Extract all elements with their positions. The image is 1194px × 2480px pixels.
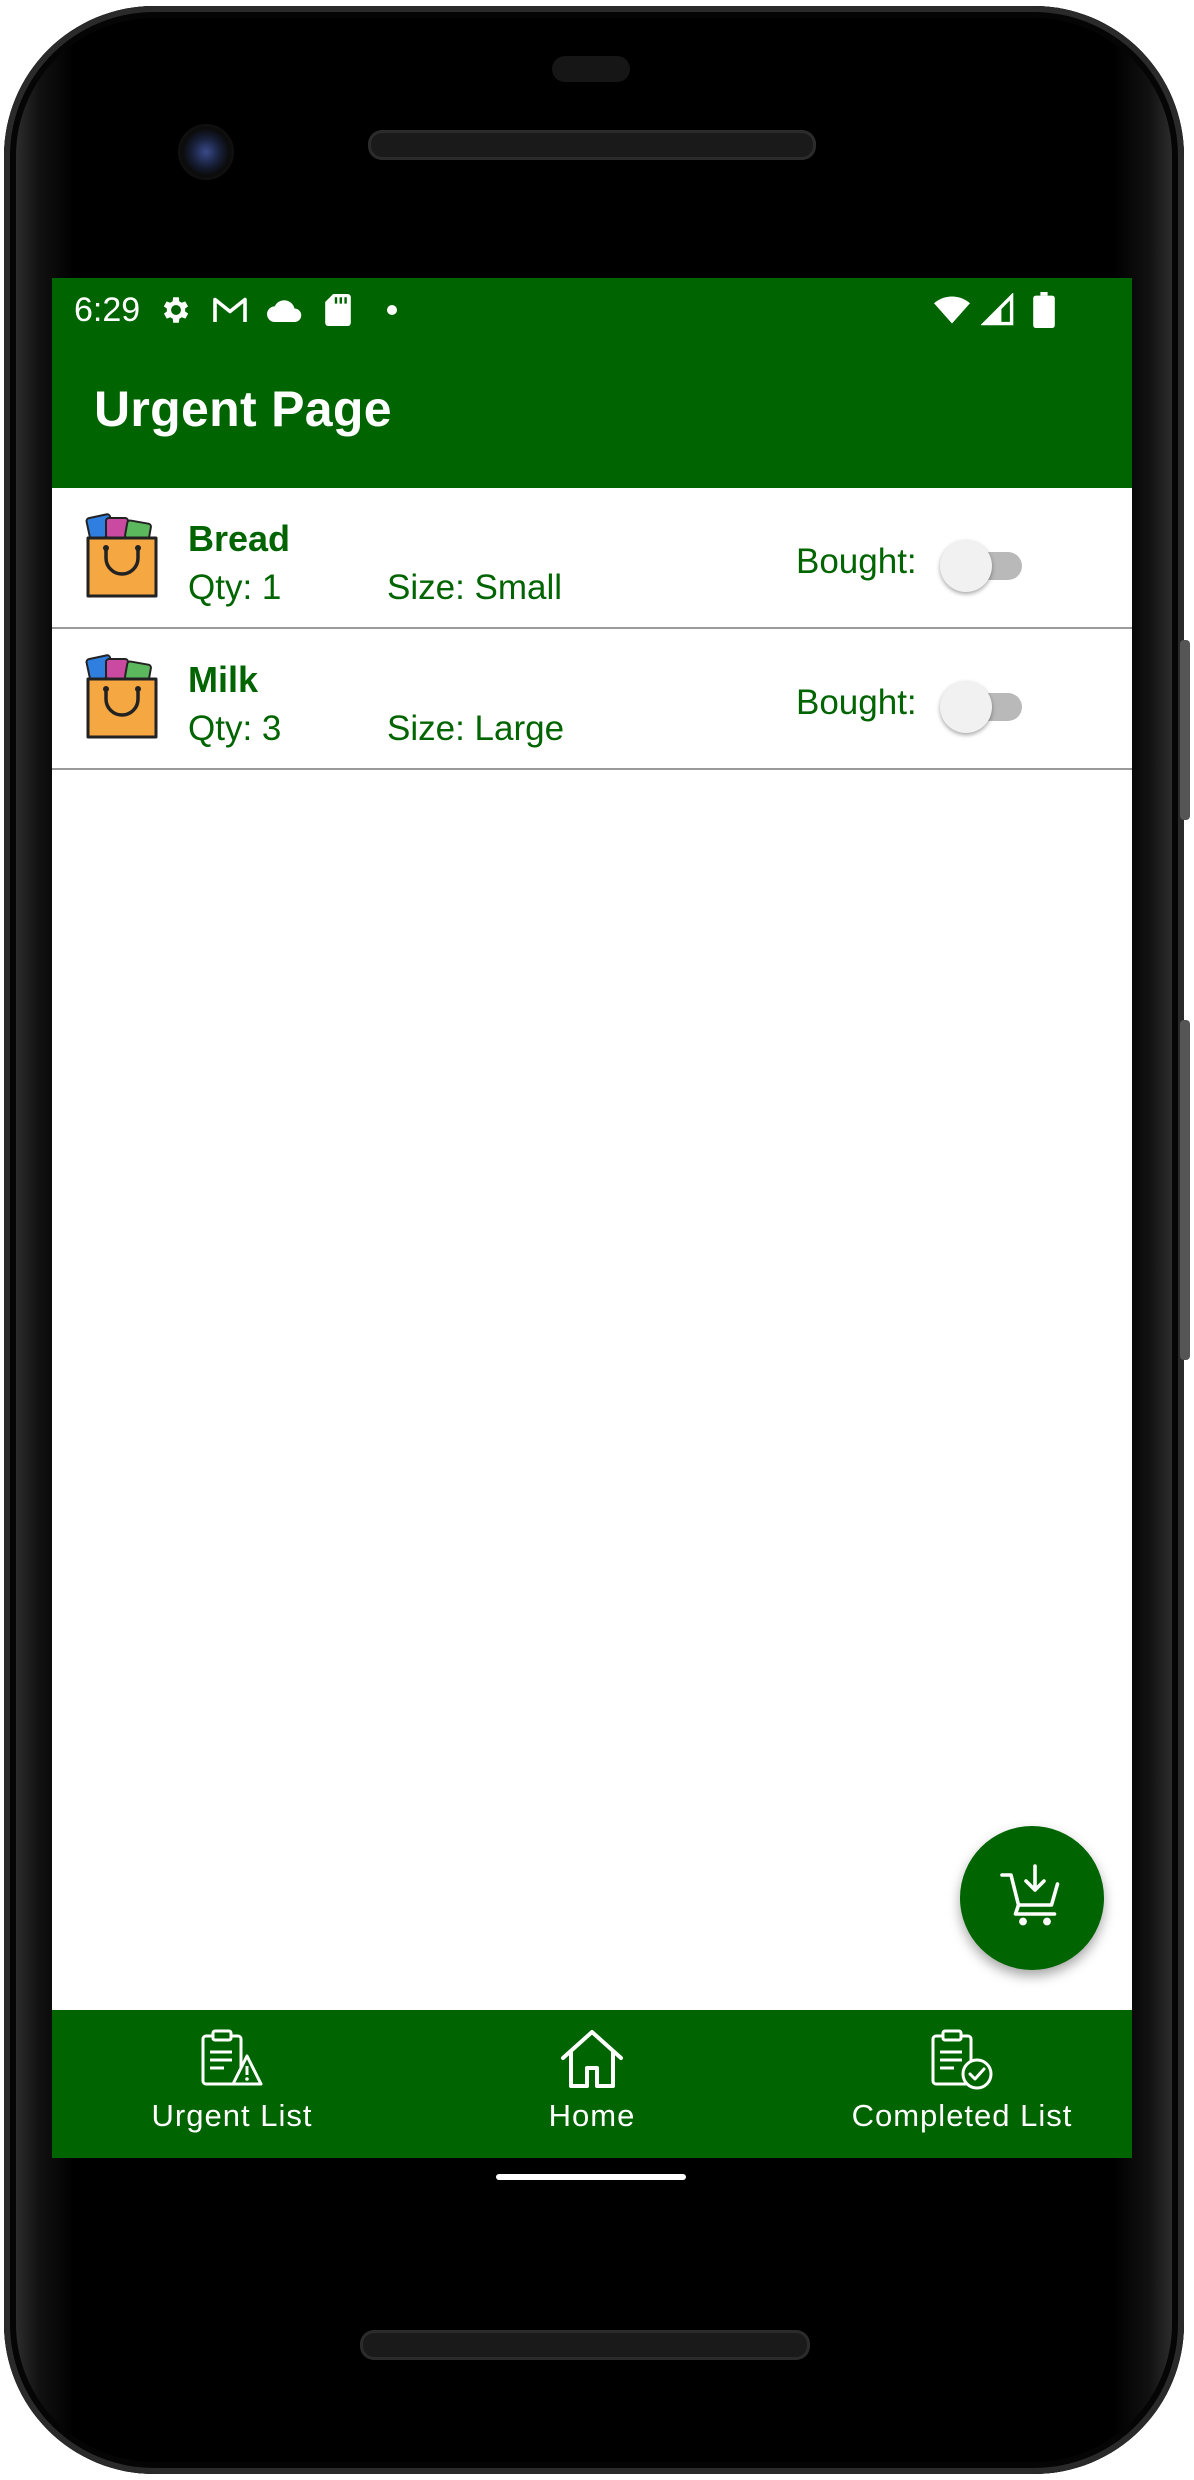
cart-download-icon <box>996 1860 1068 1937</box>
gear-icon <box>158 292 194 328</box>
device-frame: 6:29 Urgent Page Bread Qty: 1 Size: Smal… <box>0 0 1194 2480</box>
dot-icon <box>374 292 410 328</box>
shopping-bag-icon <box>82 653 162 741</box>
app-screen: 6:29 Urgent Page Bread Qty: 1 Size: Smal… <box>52 278 1132 2158</box>
nav-label: Completed List <box>851 2098 1073 2133</box>
volume-button <box>1180 1020 1190 1360</box>
power-button <box>1180 640 1190 820</box>
item-qty: Qty: 3 <box>188 709 282 748</box>
page-title: Urgent Page <box>94 381 392 437</box>
front-camera <box>178 124 234 180</box>
nav-label: Home <box>548 2098 636 2133</box>
bought-toggle[interactable] <box>940 534 1032 594</box>
sd-card-icon <box>320 292 356 328</box>
proximity-sensor <box>552 56 630 82</box>
bought-label: Bought: <box>796 542 917 581</box>
system-icons <box>934 278 1062 342</box>
item-name: Bread <box>188 518 291 559</box>
battery-icon <box>1026 292 1062 328</box>
home-icon <box>557 2028 627 2092</box>
top-speaker <box>368 130 816 160</box>
status-bar: 6:29 <box>52 278 1132 342</box>
switch-thumb <box>940 540 992 592</box>
nav-urgent-list[interactable]: Urgent List <box>112 2010 352 2158</box>
bought-label: Bought: <box>796 683 917 722</box>
add-to-cart-fab[interactable] <box>960 1826 1104 1970</box>
bought-toggle[interactable] <box>940 675 1032 735</box>
status-time: 6:29 <box>74 290 141 329</box>
urgent-items-list: Bread Qty: 1 Size: Small Bought: Milk Qt… <box>52 488 1132 770</box>
gmail-icon <box>212 292 248 328</box>
bottom-speaker <box>360 2330 810 2360</box>
wifi-icon <box>934 292 970 328</box>
gesture-home-indicator[interactable] <box>496 2174 686 2180</box>
app-bar: Urgent Page <box>52 342 1132 488</box>
bottom-navigation: Urgent List Home Completed List <box>52 2010 1132 2158</box>
cloud-icon <box>266 292 302 328</box>
nav-home[interactable]: Home <box>472 2010 712 2158</box>
nav-label: Urgent List <box>151 2098 313 2133</box>
shopping-bag-icon <box>82 512 162 600</box>
nav-completed-list[interactable]: Completed List <box>812 2010 1112 2158</box>
clipboard-warning-icon <box>197 2028 267 2092</box>
item-size: Size: Large <box>387 709 565 748</box>
signal-icon <box>980 292 1016 328</box>
item-qty: Qty: 1 <box>188 568 282 607</box>
item-size: Size: Small <box>387 568 563 607</box>
notification-icons <box>158 292 410 328</box>
switch-thumb <box>940 681 992 733</box>
clipboard-check-icon <box>927 2028 997 2092</box>
list-item[interactable]: Milk Qty: 3 Size: Large Bought: <box>52 629 1132 770</box>
list-item[interactable]: Bread Qty: 1 Size: Small Bought: <box>52 488 1132 629</box>
item-name: Milk <box>188 659 259 700</box>
